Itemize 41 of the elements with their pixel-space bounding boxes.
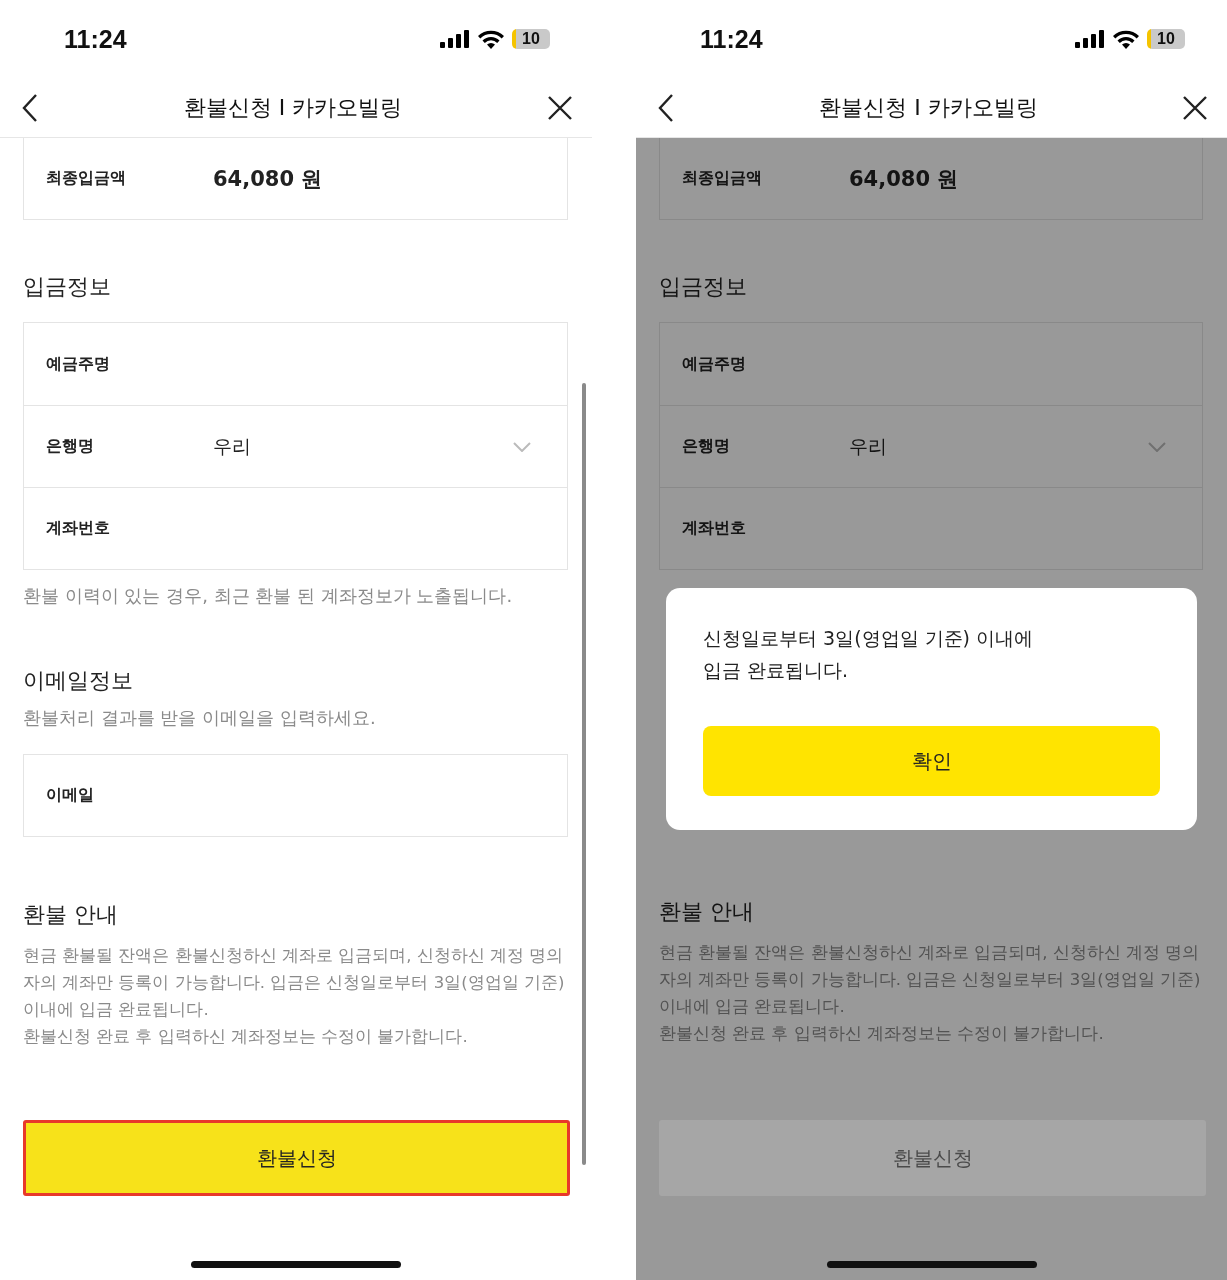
back-button[interactable]	[656, 92, 676, 123]
email-field[interactable]: 이메일	[23, 754, 568, 837]
guide-text: 환불신청 완료 후 입력하신 계좌정보는 수정이 불가합니다.	[659, 1023, 1105, 1045]
section-title: 이메일정보	[23, 667, 134, 695]
page-title: 환불신청 I 카카오빌링	[183, 93, 403, 122]
amount-value: 64,080 원	[213, 165, 323, 193]
section-title: 환불 안내	[23, 901, 119, 929]
signal-icon	[1075, 30, 1105, 48]
account-note: 환불 이력이 있는 경우, 최근 환불 된 계좌정보가 노출됩니다.	[23, 584, 514, 608]
guide-text: 현금 환불될 잔액은 환불신청하신 계좌로 입금되며, 신청하신 계정 명의자의 계좌만 등록이 가능합니다. 입금은 신청일로부터 3일(영업일 기준) 이내에 입금 완료됩니다.	[659, 942, 1202, 1018]
section-title: 환불 안내	[659, 898, 755, 926]
chevron-down-icon	[513, 441, 531, 452]
section-title: 입금정보	[659, 273, 748, 301]
guide-text: 현금 환불될 잔액은 환불신청하신 계좌로 입금되며, 신청하신 계정 명의자의 계좌만 등록이 가능합니다. 입금은 신청일로부터 3일(영업일 기준) 이내에 입금 완료됩니다.	[23, 945, 566, 1021]
back-button[interactable]	[20, 92, 40, 123]
status-time: 11:24	[700, 24, 763, 54]
amount-value: 64,080 원	[849, 165, 959, 193]
battery-icon: 10	[512, 29, 550, 49]
amount-label: 최종입금액	[46, 168, 127, 189]
wifi-icon	[1113, 29, 1139, 49]
guide-text: 환불신청 완료 후 입력하신 계좌정보는 수정이 불가합니다.	[23, 1026, 469, 1048]
bank-select[interactable]: 은행명 우리	[660, 405, 1202, 487]
email-hint: 환불처리 결과를 받을 이메일을 입력하세요.	[23, 706, 377, 730]
input-field[interactable]: 계좌번호	[660, 487, 1202, 569]
bank-select[interactable]: 은행명 우리	[24, 405, 567, 487]
close-button[interactable]	[546, 93, 574, 122]
section-title: 입금정보	[23, 273, 112, 301]
signal-icon	[440, 30, 470, 48]
amount-label: 최종입금액	[682, 168, 763, 189]
page-title: 환불신청 I 카카오빌링	[819, 93, 1038, 122]
refund-button[interactable]: 환불신청	[23, 1120, 570, 1196]
chevron-down-icon	[1148, 441, 1166, 452]
status-time: 11:24	[64, 24, 127, 54]
wifi-icon	[478, 29, 504, 49]
dialog-message: 신청일로부터 3일(영업일 기준) 이내에 입금 완료됩니다.	[703, 626, 1035, 683]
close-button[interactable]	[1181, 93, 1209, 122]
confirm-button[interactable]: 확인	[703, 726, 1160, 796]
input-field[interactable]: 예금주명	[24, 323, 567, 405]
input-field[interactable]: 예금주명	[660, 323, 1202, 405]
battery-icon: 10	[1147, 29, 1185, 49]
input-field[interactable]: 계좌번호	[24, 487, 567, 569]
